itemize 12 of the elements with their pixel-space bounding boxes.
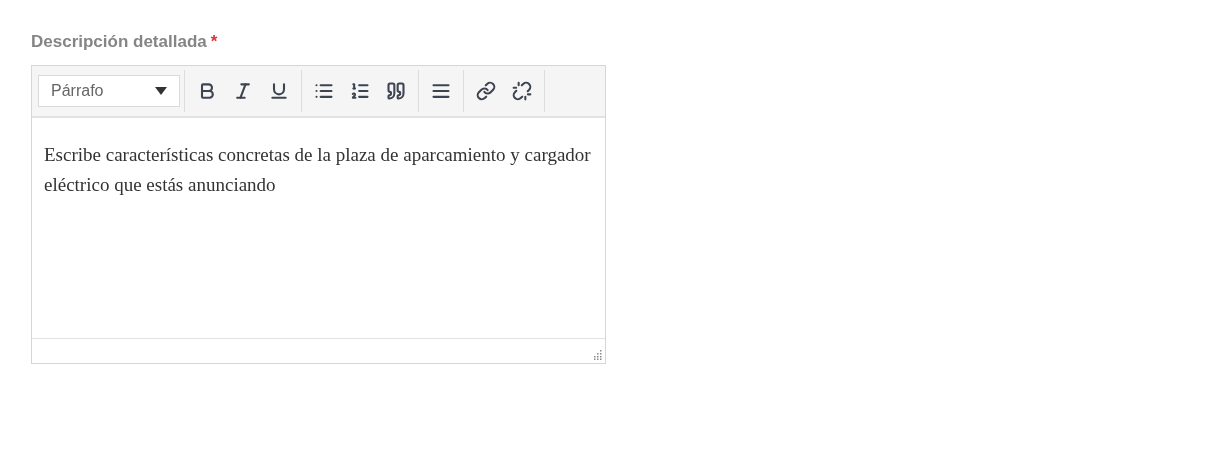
underline-icon	[269, 80, 289, 101]
unlink-icon	[512, 80, 532, 101]
editor-text: Escribe características concretas de la plaza de aparcamiento y cargador eléctrico que estás anunciando	[44, 142, 592, 197]
numbered-list-icon	[350, 80, 370, 101]
blockquote-icon	[386, 80, 406, 101]
dropdown-caret-icon	[155, 86, 167, 95]
required-mark: *	[210, 31, 218, 53]
resize-handle-icon[interactable]	[592, 349, 602, 360]
italic-icon	[233, 80, 253, 101]
format-dropdown[interactable]: Párrafo	[38, 74, 180, 107]
field-label: Descripción detallada	[31, 31, 207, 53]
link-icon	[476, 80, 496, 101]
